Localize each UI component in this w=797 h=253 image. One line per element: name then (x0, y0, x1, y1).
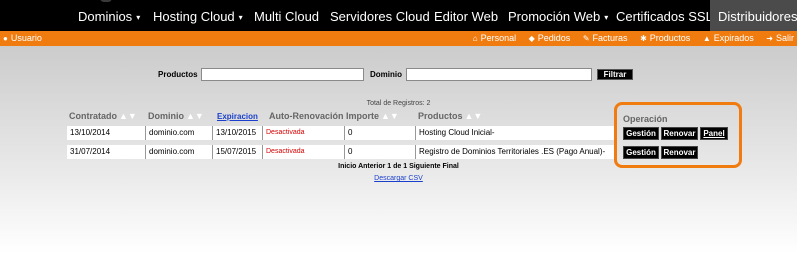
filtrar-button[interactable]: Filtrar (597, 69, 633, 80)
nav-item-servidores-cloud[interactable]: Servidores Cloud (324, 0, 436, 31)
header-importe[interactable]: Importe ▲▼ (346, 111, 399, 121)
dominio-input[interactable] (406, 68, 592, 81)
header-productos[interactable]: Productos ▲▼ (418, 111, 482, 121)
cell-expiracion: 13/10/2015 (213, 126, 263, 140)
tag-icon: ◆ (528, 34, 535, 43)
user-icon: ● (3, 34, 8, 43)
link-expirados[interactable]: ▲ Expirados (703, 33, 754, 43)
nav-item-dominios[interactable]: Dominios ▾ (72, 0, 146, 31)
account-bar: ● Usuario ⌂ Personal ◆ Pedidos ✎ Facturas ✱ P… (0, 31, 797, 46)
nav-item-multi-cloud[interactable]: Multi Cloud (248, 0, 325, 31)
top-navigation: Dominios ▾ Hosting Cloud ▾ Multi Cloud Ser… (0, 0, 797, 31)
pagination[interactable]: Inicio Anterior 1 de 1 Siguiente Final (0, 163, 797, 170)
header-dominio[interactable]: Dominio ▲▼ (148, 111, 204, 121)
cell-expiracion: 15/07/2015 (213, 145, 263, 159)
sort-arrows-icon[interactable]: ▲▼ (465, 111, 483, 121)
productos-input[interactable] (201, 68, 364, 81)
dominio-label: Dominio (370, 70, 402, 79)
link-pedidos[interactable]: ◆ Pedidos (529, 33, 571, 43)
link-facturas[interactable]: ✎ Facturas (583, 33, 628, 43)
cell-dominio: dominio.com (146, 126, 213, 140)
link-personal[interactable]: ⌂ Personal (473, 33, 516, 43)
gear-icon: ✱ (640, 34, 647, 43)
header-contratado[interactable]: Contratado ▲▼ (69, 111, 137, 121)
warning-icon: ▲ (702, 34, 711, 43)
chevron-down-icon: ▾ (136, 13, 141, 22)
sort-arrows-icon[interactable]: ▲▼ (381, 111, 399, 121)
nav-item-distribuidores[interactable]: Distribuidores (710, 0, 797, 31)
header-expiracion[interactable]: Expiracion (217, 112, 258, 121)
edit-icon: ✎ (582, 34, 590, 43)
cell-contratado: 31/07/2014 (67, 145, 146, 159)
table-row: 31/07/2014 dominio.com 15/07/2015 Desact… (67, 145, 615, 159)
chevron-down-icon: ▾ (238, 13, 243, 22)
table-row: 13/10/2014 dominio.com 13/10/2015 Desact… (67, 126, 615, 140)
cell-producto: Hosting Cloud Inicial- (419, 128, 495, 137)
cell-dominio: dominio.com (146, 145, 213, 159)
exit-icon: ➜ (766, 34, 773, 43)
home-icon: ⌂ (472, 34, 478, 43)
cell-producto: Registro de Dominios Territoriales .ES (… (419, 147, 606, 156)
nav-item-hosting-cloud[interactable]: Hosting Cloud ▾ (147, 0, 249, 31)
cell-importe: 0 (345, 145, 416, 159)
nav-item-editor-web[interactable]: Editor Web (428, 0, 504, 31)
sort-arrows-icon[interactable]: ▲▼ (186, 111, 204, 121)
descargar-csv-link[interactable]: Descargar CSV (0, 175, 797, 182)
nav-item-certificados-ssl[interactable]: Certificados SSL (610, 0, 719, 31)
link-salir[interactable]: ➜ Salir (766, 33, 794, 43)
user-menu[interactable]: ● Usuario (3, 33, 42, 43)
sort-arrows-icon[interactable]: ▲▼ (119, 111, 137, 121)
cell-importe: 0 (345, 126, 416, 140)
nav-item-promocion-web[interactable]: Promoción Web ▾ (502, 0, 614, 31)
chevron-down-icon: ▾ (604, 13, 609, 22)
productos-label: Productos (158, 70, 198, 79)
cell-auto-renovacion: Desactivada (263, 126, 345, 140)
cell-contratado: 13/10/2014 (67, 126, 146, 140)
header-auto-renovacion: Auto-Renovación (269, 111, 344, 121)
cell-auto-renovacion: Desactivada (263, 145, 345, 159)
operacion-highlight-frame (614, 102, 742, 168)
link-productos[interactable]: ✱ Productos (640, 33, 690, 43)
